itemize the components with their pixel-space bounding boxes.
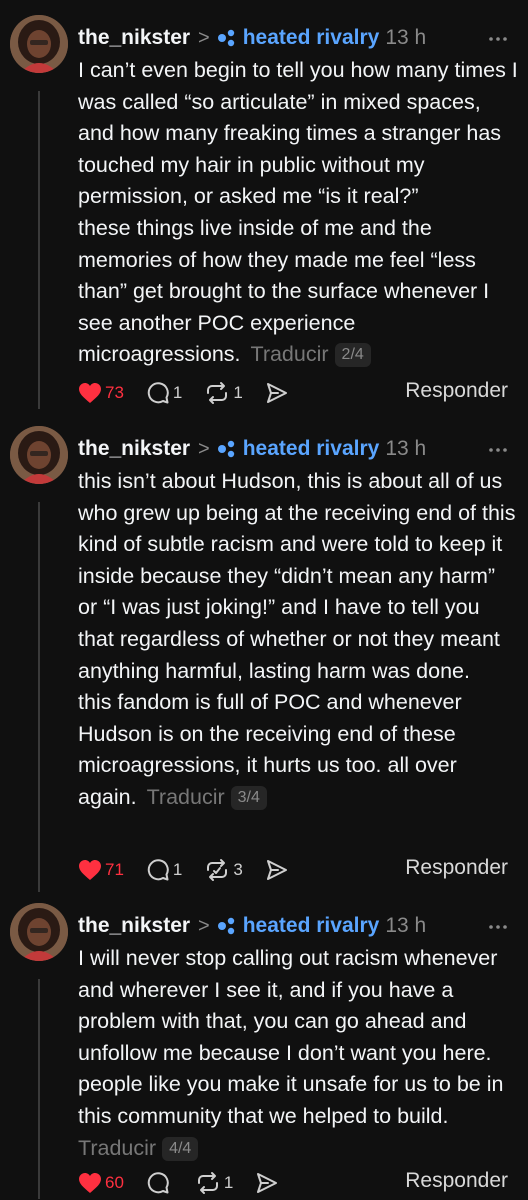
timestamp: 13 h — [385, 26, 427, 49]
timestamp: 13 h — [385, 437, 427, 460]
post-paragraph: this fandom is full of POC and whenever … — [78, 690, 462, 809]
like-button[interactable]: 71 — [78, 859, 124, 881]
community-link[interactable]: heated rivalry — [243, 914, 380, 938]
reply-button[interactable]: Responder — [405, 379, 508, 403]
post-paragraph: I will never stop calling out racism whe… — [78, 946, 504, 1128]
post-header: the_nikster > heated rivalry 13 h — [78, 23, 426, 53]
translate-link[interactable]: Traducir — [250, 342, 328, 366]
repost-count: 1 — [223, 1173, 234, 1192]
comment-icon — [147, 382, 169, 404]
comment-count: 1 — [172, 860, 183, 879]
thread-line — [38, 979, 40, 1199]
repost-button[interactable]: 1 — [195, 1171, 233, 1195]
post-text: I can’t even begin to tell you how many … — [78, 55, 518, 371]
more-icon[interactable] — [487, 916, 509, 938]
thread-pager: 3/4 — [230, 785, 267, 810]
share-button[interactable] — [255, 1171, 279, 1195]
thread-line — [38, 502, 40, 892]
repost-count: 1 — [233, 383, 243, 402]
thread-pager: 2/4 — [334, 343, 371, 368]
like-button[interactable]: 60 — [78, 1172, 124, 1194]
heart-icon — [79, 1173, 101, 1193]
post-header: the_nikster > heated rivalry 13 h — [78, 911, 426, 941]
more-icon[interactable] — [487, 439, 509, 461]
more-icon[interactable] — [487, 28, 509, 50]
like-count: 71 — [105, 860, 124, 879]
username[interactable]: the_nikster — [78, 26, 190, 50]
share-icon — [257, 1173, 278, 1193]
thread-line — [38, 91, 40, 409]
repost-button[interactable]: 3 — [204, 858, 243, 882]
like-button[interactable]: 73 — [78, 382, 124, 404]
share-button[interactable] — [265, 381, 289, 405]
post-paragraph: this isn’t about Hudson, this is about a… — [78, 469, 516, 683]
share-button[interactable] — [265, 858, 289, 882]
translate-link[interactable]: Traducir — [78, 1136, 156, 1160]
heart-icon — [79, 860, 101, 880]
post-paragraph: I can’t even begin to tell you how many … — [78, 58, 518, 209]
avatar[interactable] — [10, 903, 68, 961]
comment-button[interactable] — [146, 1171, 173, 1195]
community-link[interactable]: heated rivalry — [243, 437, 380, 461]
avatar-image — [10, 426, 68, 484]
thread-pager: 4/4 — [162, 1136, 199, 1161]
avatar[interactable] — [10, 426, 68, 484]
post-text: I will never stop calling out racism whe… — [78, 943, 518, 1164]
reply-button[interactable]: Responder — [405, 1169, 508, 1193]
share-icon — [266, 860, 287, 880]
like-count: 60 — [105, 1173, 124, 1192]
chevron-right-icon: > — [198, 26, 210, 49]
username[interactable]: the_nikster — [78, 437, 190, 461]
timestamp: 13 h — [385, 914, 427, 937]
repost-icon — [207, 859, 228, 881]
post-actions: 60 1 Responder — [78, 1166, 518, 1200]
translate-link[interactable]: Traducir — [147, 785, 225, 809]
comment-icon — [147, 1172, 169, 1194]
share-icon — [266, 383, 287, 403]
repost-count: 3 — [233, 860, 243, 879]
heart-icon — [79, 383, 101, 403]
comment-count: 1 — [172, 383, 183, 402]
post-actions: 71 1 3 Responder — [78, 853, 518, 887]
post-actions: 73 1 1 Responder — [78, 376, 518, 410]
repost-button[interactable]: 1 — [204, 381, 243, 405]
comment-button[interactable]: 1 — [146, 381, 182, 405]
community-icon — [217, 440, 234, 458]
avatar-image — [10, 903, 68, 961]
chevron-right-icon: > — [198, 437, 210, 460]
username[interactable]: the_nikster — [78, 914, 190, 938]
chevron-right-icon: > — [198, 914, 210, 937]
avatar-image — [10, 15, 68, 73]
community-icon — [217, 917, 234, 935]
post-header: the_nikster > heated rivalry 13 h — [78, 434, 426, 464]
avatar[interactable] — [10, 15, 68, 73]
community-icon — [217, 29, 234, 47]
like-count: 73 — [105, 383, 124, 402]
comment-icon — [147, 859, 169, 881]
reply-button[interactable]: Responder — [405, 856, 508, 880]
repost-icon — [207, 382, 228, 404]
repost-icon — [197, 1172, 218, 1194]
post-text: this isn’t about Hudson, this is about a… — [78, 466, 518, 814]
comment-button[interactable]: 1 — [146, 858, 182, 882]
community-link[interactable]: heated rivalry — [243, 26, 380, 50]
